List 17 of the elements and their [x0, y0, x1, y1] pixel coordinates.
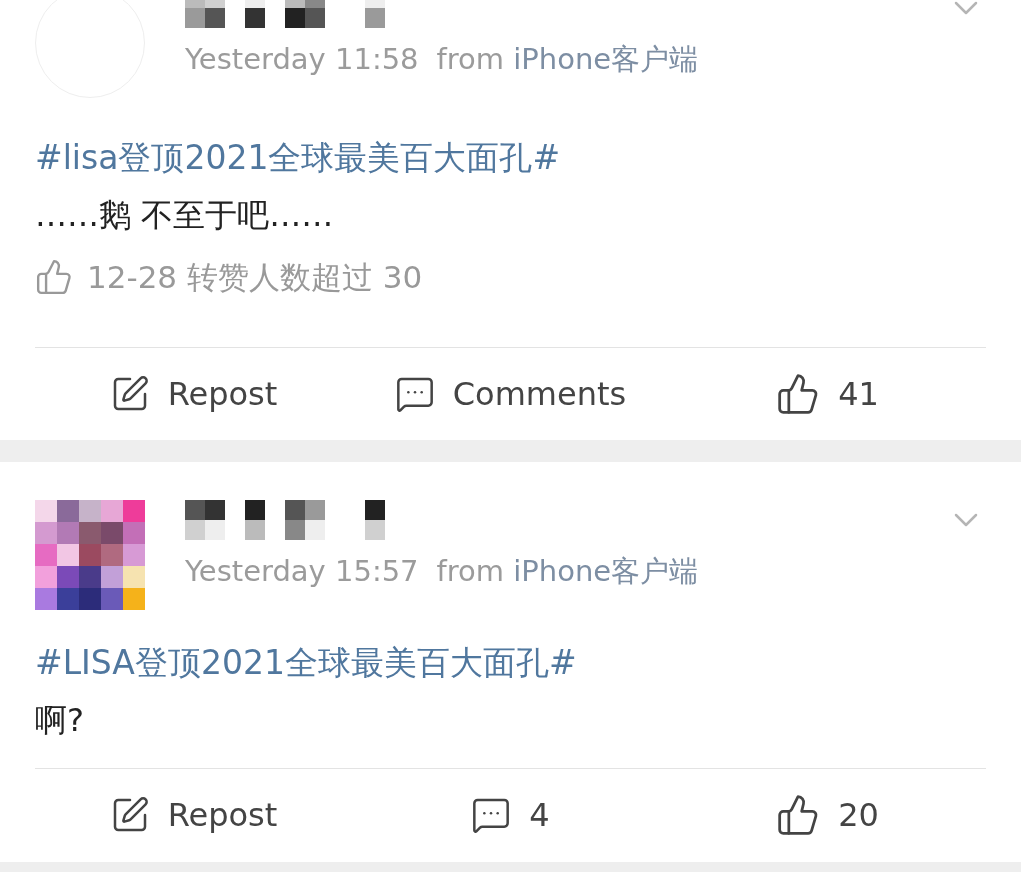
like-button[interactable]: 41 — [669, 348, 986, 439]
hashtag-link[interactable]: #lisa登顶2021全球最美百大面孔# — [35, 138, 986, 178]
post-text: 啊? — [35, 700, 85, 740]
like-note: 12-28 转赞人数超过 30 — [87, 258, 423, 297]
repost-button[interactable]: Repost — [35, 769, 352, 860]
repost-button[interactable]: Repost — [35, 348, 352, 439]
hashtag-link[interactable]: #LISA登顶2021全球最美百大面孔# — [35, 643, 986, 683]
thumbs-up-icon — [35, 258, 73, 296]
pixelated-avatar-drawing[interactable] — [35, 500, 145, 610]
source-label: from iPhone客户端 — [436, 553, 699, 590]
comments-button[interactable]: 4 — [352, 769, 669, 860]
comments-button[interactable]: Comments — [352, 348, 669, 439]
post-time: Yesterday 11:58 — [185, 41, 419, 78]
source-label: from iPhone客户端 — [436, 41, 699, 78]
post-time: Yesterday 15:57 — [185, 553, 419, 590]
like-button[interactable]: 20 — [669, 769, 986, 860]
post-text: ……鹅 不至于吧…… — [35, 195, 335, 235]
